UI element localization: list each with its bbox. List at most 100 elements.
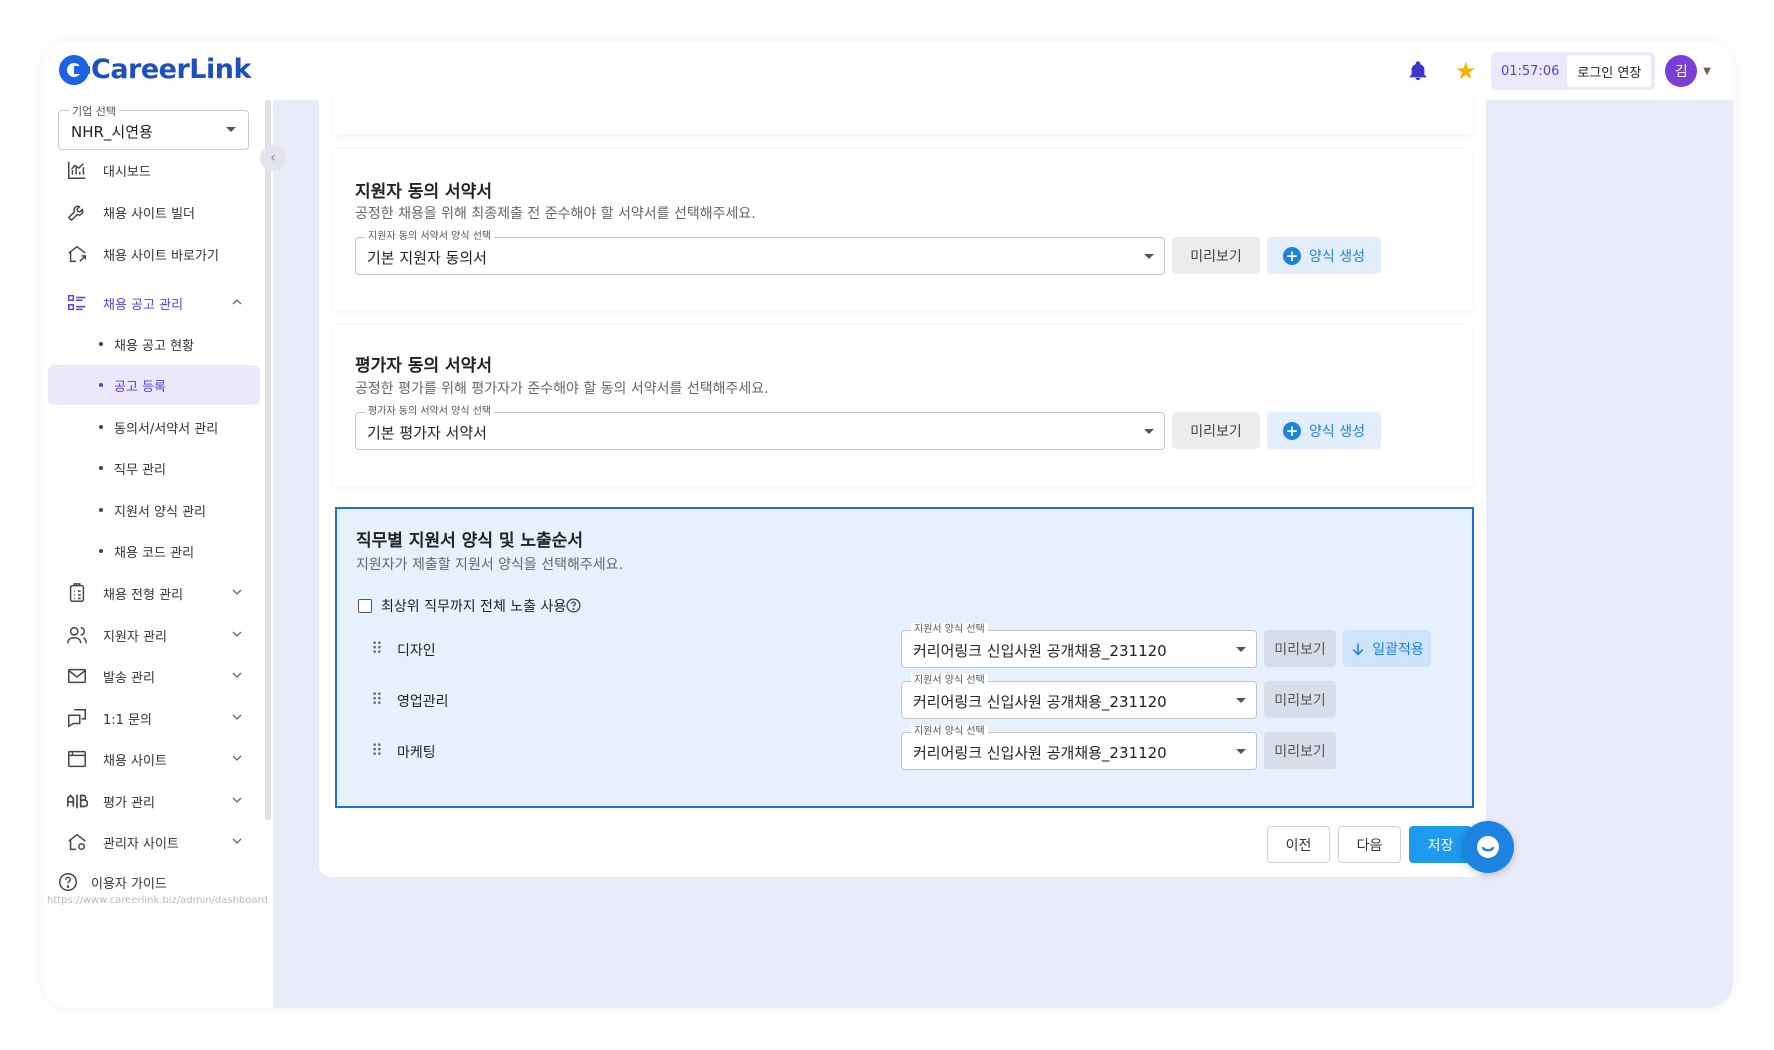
bullet-dot <box>99 549 103 553</box>
sidebar-item-dispatch[interactable]: 발송 관리 <box>48 656 260 696</box>
sidebar-item-inquiry[interactable]: 1:1 문의 <box>48 698 260 738</box>
sidebar-item-applicants[interactable]: 지원자 관리 <box>48 615 260 655</box>
section-description: 공정한 채용을 위해 최종제출 전 준수해야 할 서약서를 선택해주세요. <box>355 206 756 222</box>
sidebar-subitem-posting-register[interactable]: 공고 등록 <box>48 365 260 405</box>
admin-home-icon <box>65 830 89 854</box>
arrow-down-icon <box>1353 643 1364 655</box>
job-form-select[interactable]: 지원서 양식 선택 커리어링크 신입사원 공개채용_231120 <box>901 674 1257 719</box>
sidebar-subitem-consent-management[interactable]: 동의서/서약서 관리 <box>48 407 260 447</box>
bullet-dot <box>99 342 103 346</box>
job-form-select[interactable]: 지원서 양식 선택 커리어링크 신입사원 공개채용_231120 <box>901 725 1257 770</box>
bulk-apply-button[interactable]: 일괄적용 <box>1343 630 1431 667</box>
sidebar-item-evaluation[interactable]: 평가 관리 <box>48 781 260 821</box>
sidebar-item-label: 대시보드 <box>103 164 151 180</box>
sidebar-item-label: 채용 사이트 빌더 <box>103 206 195 222</box>
caret-down-icon <box>1236 698 1246 703</box>
field-legend: 지원서 양식 선택 <box>911 674 988 688</box>
sidebar-collapse-button[interactable]: ‹ <box>260 145 286 171</box>
sidebar-item-label: 1:1 문의 <box>103 712 152 728</box>
user-guide-label: 이용자 가이드 <box>91 876 167 892</box>
chevron-down-icon[interactable]: ▼ <box>1703 66 1711 77</box>
sidebar-item-label: 채용 공고 관리 <box>103 297 184 313</box>
clipboard-icon <box>65 581 89 605</box>
users-icon <box>65 623 89 647</box>
applicant-pledge-select[interactable]: 지원자 동의 서약서 양식 선택 기본 지원자 동의서 <box>355 230 1165 275</box>
sidebar-item-label: 평가 관리 <box>103 795 155 811</box>
drag-handle-icon[interactable]: ⠿ <box>371 690 383 709</box>
extend-login-button[interactable]: 로그인 연장 <box>1567 55 1652 87</box>
show-all-checkbox[interactable] <box>358 599 372 613</box>
chat-icon <box>65 706 89 730</box>
job-form-select[interactable]: 지원서 양식 선택 커리어링크 신입사원 공개채용_231120 <box>901 623 1257 668</box>
preview-button[interactable]: 미리보기 <box>1172 237 1260 274</box>
sidebar-item-label: 지원자 관리 <box>103 629 167 645</box>
prev-button[interactable]: 이전 <box>1267 826 1330 863</box>
bullet-dot <box>99 466 103 470</box>
sidebar-item-label: 관리자 사이트 <box>103 836 179 852</box>
preview-button[interactable]: 미리보기 <box>1172 412 1260 449</box>
sidebar-item-site-shortcut[interactable]: 채용 사이트 바로가기 <box>48 234 260 274</box>
field-value: 커리어링크 신입사원 공개채용_231120 <box>913 693 1167 711</box>
help-circle-icon[interactable] <box>565 597 582 614</box>
sidebar-subitem-label: 동의서/서약서 관리 <box>114 421 219 437</box>
sidebar-scrollbar[interactable] <box>265 100 271 820</box>
preview-button[interactable]: 미리보기 <box>1264 732 1336 769</box>
sidebar-item-site-builder[interactable]: 채용 사이트 빌더 <box>48 192 260 232</box>
sidebar-item-label: 발송 관리 <box>103 670 155 686</box>
sidebar-item-career-site[interactable]: 채용 사이트 <box>48 739 260 779</box>
chart-icon <box>65 158 89 182</box>
logo[interactable]: CareerLink <box>59 54 251 85</box>
sidebar-item-job-posting[interactable]: 채용 공고 관리 <box>48 283 260 323</box>
create-form-button[interactable]: + 양식 생성 <box>1267 237 1381 274</box>
company-select[interactable]: 기업 선택 NHR_시연용 <box>58 103 249 150</box>
sidebar-subitem-posting-status[interactable]: 채용 공고 현황 <box>48 324 260 364</box>
show-all-label: 최상위 직무까지 전체 노출 사용 <box>381 599 567 615</box>
job-name: 영업관리 <box>397 694 449 710</box>
sidebar-item-dashboard[interactable]: 대시보드 <box>48 150 260 190</box>
list-icon <box>65 291 89 315</box>
create-form-label: 양식 생성 <box>1309 248 1365 265</box>
bell-icon[interactable] <box>1407 60 1429 82</box>
sidebar-subitem-label: 공고 등록 <box>114 379 166 395</box>
caret-down-icon <box>1236 647 1246 652</box>
sidebar-item-process[interactable]: 채용 전형 관리 <box>48 573 260 613</box>
sidebar-subitem-code-management[interactable]: 채용 코드 관리 <box>48 531 260 571</box>
preview-button[interactable]: 미리보기 <box>1264 630 1336 667</box>
chevron-down-icon <box>232 755 242 761</box>
plus-circle-icon: + <box>1283 246 1301 265</box>
caret-down-icon <box>1144 254 1154 259</box>
drag-handle-icon[interactable]: ⠿ <box>371 639 383 658</box>
field-legend: 평가자 동의 서약서 양식 선택 <box>365 405 495 419</box>
chevron-up-icon <box>232 299 242 305</box>
section-title: 평가자 동의 서약서 <box>355 356 492 376</box>
chevron-down-icon <box>232 672 242 678</box>
section-description: 지원자가 제출할 지원서 양식을 선택해주세요. <box>356 557 623 573</box>
session-timer-box: 01:57:06 로그인 연장 <box>1490 52 1656 90</box>
chat-bubble-icon <box>1477 836 1499 858</box>
evaluator-pledge-select[interactable]: 평가자 동의 서약서 양식 선택 기본 평가자 서약서 <box>355 405 1165 450</box>
user-guide-link[interactable]: 이용자 가이드 <box>57 871 167 893</box>
sidebar-item-label: 채용 전형 관리 <box>103 587 184 603</box>
drag-handle-icon[interactable]: ⠿ <box>371 741 383 760</box>
company-select-value: NHR_시연용 <box>71 123 153 141</box>
ab-icon <box>65 789 89 813</box>
sidebar-item-admin-site[interactable]: 관리자 사이트 <box>48 822 260 862</box>
avatar[interactable]: 김 <box>1665 55 1698 87</box>
star-icon[interactable]: ★ <box>1455 59 1479 83</box>
field-legend: 지원서 양식 선택 <box>911 623 988 637</box>
sidebar-subitem-job-management[interactable]: 직무 관리 <box>48 448 260 488</box>
bulk-apply-label: 일괄적용 <box>1372 641 1424 658</box>
next-button[interactable]: 다음 <box>1338 826 1401 863</box>
logo-text: CareerLink <box>91 54 251 85</box>
chevron-down-icon <box>232 797 242 803</box>
job-name: 마케팅 <box>397 745 436 761</box>
sidebar-subitem-form-management[interactable]: 지원서 양식 관리 <box>48 490 260 530</box>
preview-button[interactable]: 미리보기 <box>1264 681 1336 718</box>
sidebar-subitem-label: 채용 코드 관리 <box>114 545 195 561</box>
previous-section-card <box>334 88 1472 134</box>
header-actions: ★ 01:57:06 로그인 연장 김 ▼ <box>1407 52 1711 90</box>
mail-icon <box>65 664 89 688</box>
session-timer: 01:57:06 <box>1500 63 1560 79</box>
create-form-button[interactable]: + 양식 생성 <box>1267 412 1381 449</box>
chat-fab-button[interactable] <box>1462 821 1514 873</box>
